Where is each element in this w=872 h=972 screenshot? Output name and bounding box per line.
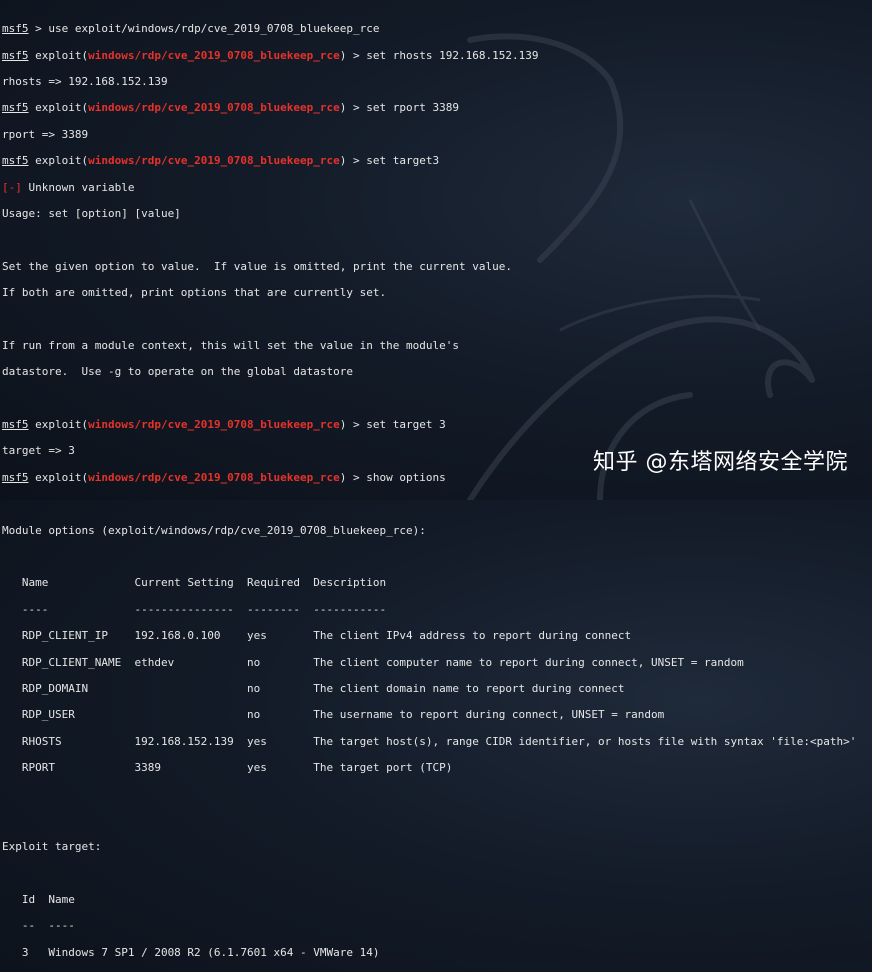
module-options-heading: Module options (exploit/windows/rdp/cve_… <box>2 523 426 537</box>
options-table-header: Name Current Setting Required Descriptio… <box>2 576 387 590</box>
error-tag: [-] <box>2 180 22 194</box>
terminal-line-help-3: If run from a module context, this will … <box>2 338 459 352</box>
terminal-line-help-4: datastore. Use -g to operate on the glob… <box>2 365 353 379</box>
terminal-line-set-target: msf5 exploit(windows/rdp/cve_2019_0708_b… <box>2 418 446 432</box>
terminal-line-help-1: Set the given option to value. If value … <box>2 259 512 273</box>
options-table-separator: ---- --------------- -------- ----------… <box>2 602 387 616</box>
options-table-row: RDP_DOMAIN no The client domain name to … <box>2 681 625 695</box>
terminal-line-set-rhosts: msf5 exploit(windows/rdp/cve_2019_0708_b… <box>2 48 539 62</box>
terminal-line-rport-result: rport => 3389 <box>2 127 89 141</box>
options-table-row: RDP_USER no The username to report durin… <box>2 708 665 722</box>
options-table-row: RHOSTS 192.168.152.139 yes The target ho… <box>2 734 857 748</box>
target-table-row: 3 Windows 7 SP1 / 2008 R2 (6.1.7601 x64 … <box>2 945 380 959</box>
exploit-target-heading: Exploit target: <box>2 840 102 854</box>
terminal-line-error: [-] Unknown variable <box>2 180 135 194</box>
options-table-row: RDP_CLIENT_NAME ethdev no The client com… <box>2 655 744 669</box>
terminal-line-set-rport: msf5 exploit(windows/rdp/cve_2019_0708_b… <box>2 101 459 115</box>
terminal-line-use: msf5 > use exploit/windows/rdp/cve_2019_… <box>2 22 380 36</box>
terminal-line-set-target3: msf5 exploit(windows/rdp/cve_2019_0708_b… <box>2 154 440 168</box>
options-table-row: RPORT 3389 yes The target port (TCP) <box>2 761 453 775</box>
zhihu-watermark: 知乎 @东塔网络安全学院 <box>593 450 848 475</box>
options-table-row: RDP_CLIENT_IP 192.168.0.100 yes The clie… <box>2 629 632 643</box>
terminal-line-help-2: If both are omitted, print options that … <box>2 286 387 300</box>
target-table-header: Id Name <box>2 893 75 907</box>
terminal-output[interactable]: msf5 > use exploit/windows/rdp/cve_2019_… <box>2 9 870 972</box>
terminal-line-rhosts-result: rhosts => 192.168.152.139 <box>2 74 168 88</box>
target-table-separator: -- ---- <box>2 919 75 933</box>
terminal-line-usage: Usage: set [option] [value] <box>2 206 181 220</box>
